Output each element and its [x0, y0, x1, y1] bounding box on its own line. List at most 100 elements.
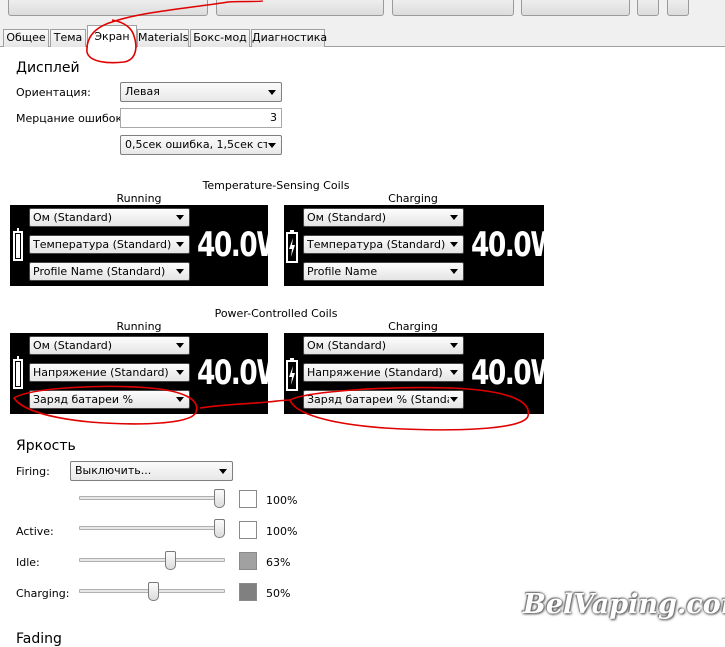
select-value: Напряжение (Standard) — [307, 366, 443, 379]
charging-label: Charging: — [16, 587, 70, 600]
orientation-label: Ориентация: — [16, 86, 91, 99]
tsc-charging-screen: Ом (Standard) Температура (Standard) Pro… — [284, 205, 559, 286]
active-level: 100% — [266, 525, 298, 538]
tab-screen[interactable]: Экран — [87, 25, 137, 48]
pcc-running-screen: Ом (Standard) Напряжение (Standard) Заря… — [10, 333, 285, 414]
chevron-down-icon — [268, 90, 276, 95]
chevron-down-icon — [268, 143, 276, 148]
battery-icon — [13, 228, 23, 261]
firing-level: 100% — [266, 494, 298, 507]
pcc-running-line2-select[interactable]: Напряжение (Standard) — [29, 363, 190, 382]
pcc-charging-line2-select[interactable]: Напряжение (Standard) — [303, 363, 464, 382]
chevron-down-icon — [176, 215, 184, 220]
tsc-running-line3-select[interactable]: Profile Name (Standard) — [29, 262, 190, 281]
flicker-mode-select[interactable]: 0,5сек ошибка, 1,5сек стат — [120, 135, 282, 155]
pcc-title: Power-Controlled Coils — [214, 307, 338, 320]
charging-battery-icon — [286, 358, 298, 391]
battery-icon — [13, 356, 23, 389]
flicker-label: Мерцание ошибок: — [16, 112, 126, 125]
chevron-down-icon — [176, 370, 184, 375]
chevron-down-icon — [176, 269, 184, 274]
toolbar-strip — [0, 0, 725, 22]
tab-theme[interactable]: Тема — [50, 29, 86, 47]
display-heading: Дисплей — [16, 60, 80, 76]
chevron-down-icon — [450, 215, 458, 220]
active-slider-track[interactable] — [79, 526, 225, 530]
pcc-charging-screen: Ом (Standard) Напряжение (Standard) Заря… — [284, 333, 559, 414]
tsc-charging-label: Charging — [388, 192, 438, 205]
orientation-value: Левая — [125, 85, 160, 98]
select-value: Profile Name (Standard) — [33, 265, 166, 278]
fading-heading-partial: Fading — [16, 631, 62, 647]
tab-general[interactable]: Общее — [3, 29, 49, 47]
firing-mode-value: Выключить... — [75, 464, 152, 477]
pcc-running-line1-select[interactable]: Ом (Standard) — [29, 336, 190, 355]
charging-color-swatch — [239, 583, 257, 601]
chevron-down-icon — [176, 397, 184, 402]
toolbar-button-6[interactable] — [667, 0, 689, 16]
firing-color-swatch — [239, 490, 257, 508]
brightness-heading: Яркость — [16, 438, 76, 454]
toolbar-button-5[interactable] — [637, 0, 659, 16]
tsc-title: Temperature-Sensing Coils — [202, 179, 350, 192]
tsc-charging-line2-select[interactable]: Температура (Standard) — [303, 235, 464, 254]
chevron-down-icon — [219, 469, 227, 474]
chevron-down-icon — [176, 242, 184, 247]
watermark-logo: BelVaping.com — [523, 589, 725, 620]
select-value: Ом (Standard) — [307, 211, 387, 224]
tab-bar: Общее Тема Экран Materials Бокс-мод Диаг… — [0, 22, 725, 48]
select-value: Температура (Standard) — [33, 238, 172, 251]
chevron-down-icon — [450, 370, 458, 375]
tab-diagnostics[interactable]: Диагностика — [251, 29, 327, 47]
charging-level: 50% — [266, 587, 291, 600]
active-slider-thumb[interactable] — [214, 519, 225, 538]
select-value: Profile Name — [307, 265, 378, 278]
firing-mode-select[interactable]: Выключить... — [70, 461, 233, 481]
idle-level: 63% — [266, 556, 291, 569]
flicker-mode-value: 0,5сек ошибка, 1,5сек стат — [125, 138, 267, 151]
tsc-running-label: Running — [116, 192, 162, 205]
active-label: Active: — [16, 525, 54, 538]
tab-materials[interactable]: Materials — [137, 29, 189, 47]
idle-slider-track[interactable] — [79, 558, 225, 562]
toolbar-button-1[interactable] — [8, 0, 208, 16]
chevron-down-icon — [176, 343, 184, 348]
active-color-swatch — [239, 521, 257, 539]
select-value: Ом (Standard) — [307, 339, 387, 352]
tsc-running-screen: Ом (Standard) Температура (Standard) Pro… — [10, 205, 285, 286]
firing-slider-thumb[interactable] — [214, 489, 225, 508]
pcc-running-label: Running — [116, 320, 162, 333]
toolbar-button-3[interactable] — [392, 0, 514, 16]
flicker-count-input[interactable]: 3 — [120, 108, 282, 128]
select-value: Напряжение (Standard) — [33, 366, 169, 379]
idle-color-swatch — [239, 552, 257, 570]
pcc-charging-line1-select[interactable]: Ом (Standard) — [303, 336, 464, 355]
tsc-charging-line1-select[interactable]: Ом (Standard) — [303, 208, 464, 227]
toolbar-button-2[interactable] — [216, 0, 384, 16]
chevron-down-icon — [450, 397, 458, 402]
tsc-charging-line3-select[interactable]: Profile Name — [303, 262, 464, 281]
pcc-charging-power: 40.0W — [471, 353, 559, 393]
orientation-select[interactable]: Левая — [120, 82, 282, 102]
select-value: Ом (Standard) — [33, 339, 113, 352]
chevron-down-icon — [450, 242, 458, 247]
chevron-down-icon — [450, 343, 458, 348]
firing-label: Firing: — [16, 465, 50, 478]
chevron-down-icon — [450, 269, 458, 274]
tab-box-mod[interactable]: Бокс-мод — [190, 29, 250, 47]
toolbar-button-4[interactable] — [521, 0, 630, 16]
select-value: Заряд батареи % (Standard) — [307, 393, 449, 406]
charging-battery-icon — [286, 230, 298, 263]
select-value: Температура (Standard) — [307, 238, 446, 251]
idle-label: Idle: — [16, 556, 40, 569]
firing-slider-track[interactable] — [79, 496, 225, 500]
screen-tab-panel: Дисплей Ориентация: Левая Мерцание ошибо… — [0, 47, 725, 647]
pcc-charging-line3-select[interactable]: Заряд батареи % (Standard) — [303, 390, 464, 409]
pcc-running-line3-select[interactable]: Заряд батареи % — [29, 390, 190, 409]
tsc-running-line2-select[interactable]: Температура (Standard) — [29, 235, 190, 254]
tsc-running-power: 40.0W — [197, 225, 285, 265]
charging-slider-thumb[interactable] — [148, 582, 159, 601]
select-value: Ом (Standard) — [33, 211, 113, 224]
tsc-running-line1-select[interactable]: Ом (Standard) — [29, 208, 190, 227]
idle-slider-thumb[interactable] — [165, 551, 176, 570]
